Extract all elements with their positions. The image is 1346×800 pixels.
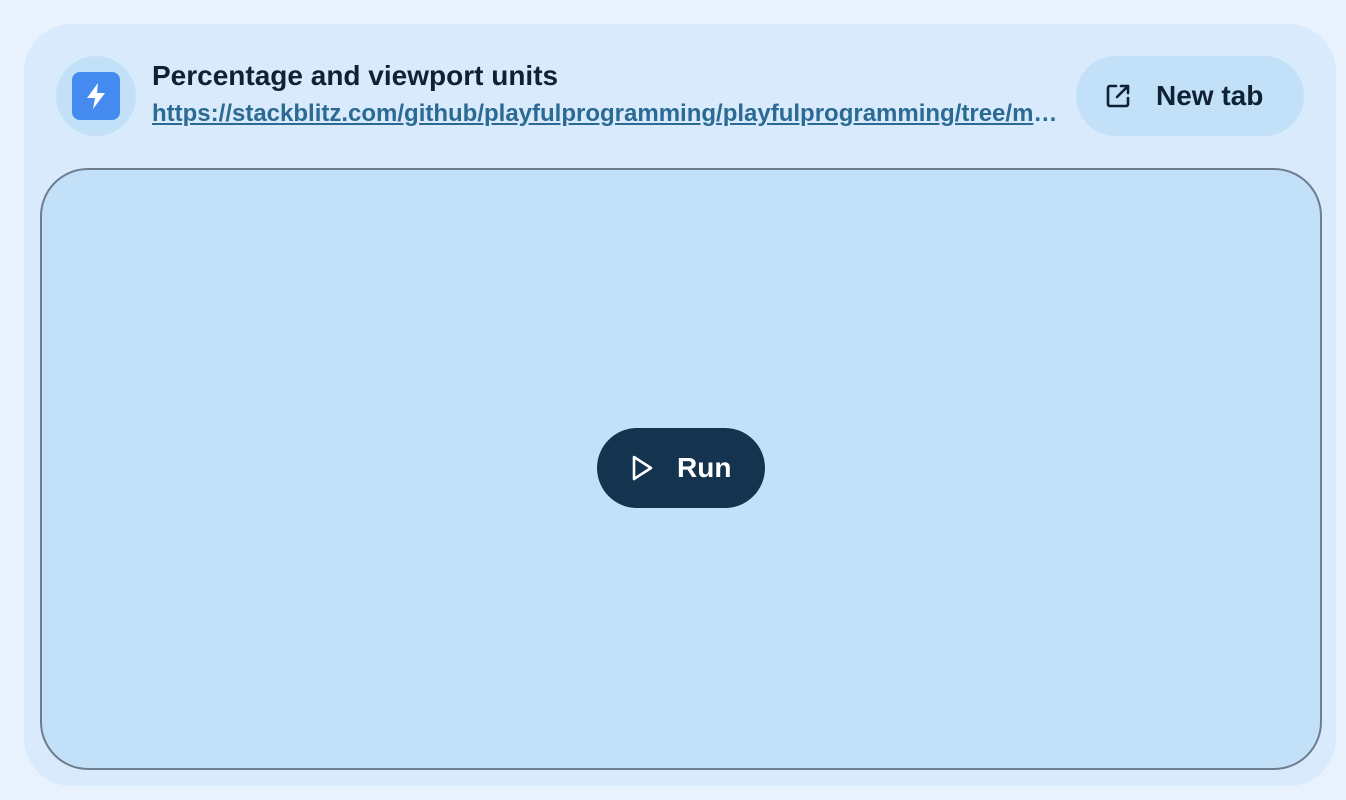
run-label: Run — [677, 452, 732, 483]
embed-preview-frame: Run — [40, 168, 1322, 770]
stackblitz-logo — [56, 56, 136, 136]
stackblitz-embed-card: Percentage and viewport units https://st… — [24, 24, 1336, 786]
embed-header: Percentage and viewport units https://st… — [56, 56, 1304, 136]
lightning-bolt-icon — [72, 72, 120, 120]
new-tab-label: New tab — [1156, 80, 1264, 111]
play-icon — [629, 454, 655, 487]
external-link-icon — [1104, 82, 1132, 115]
run-button[interactable]: Run — [597, 428, 765, 508]
embed-title: Percentage and viewport units — [152, 60, 559, 91]
new-tab-button[interactable]: New tab — [1076, 56, 1304, 136]
embed-url-link[interactable]: https://stackblitz.com/github/playfulpro… — [152, 100, 1060, 128]
